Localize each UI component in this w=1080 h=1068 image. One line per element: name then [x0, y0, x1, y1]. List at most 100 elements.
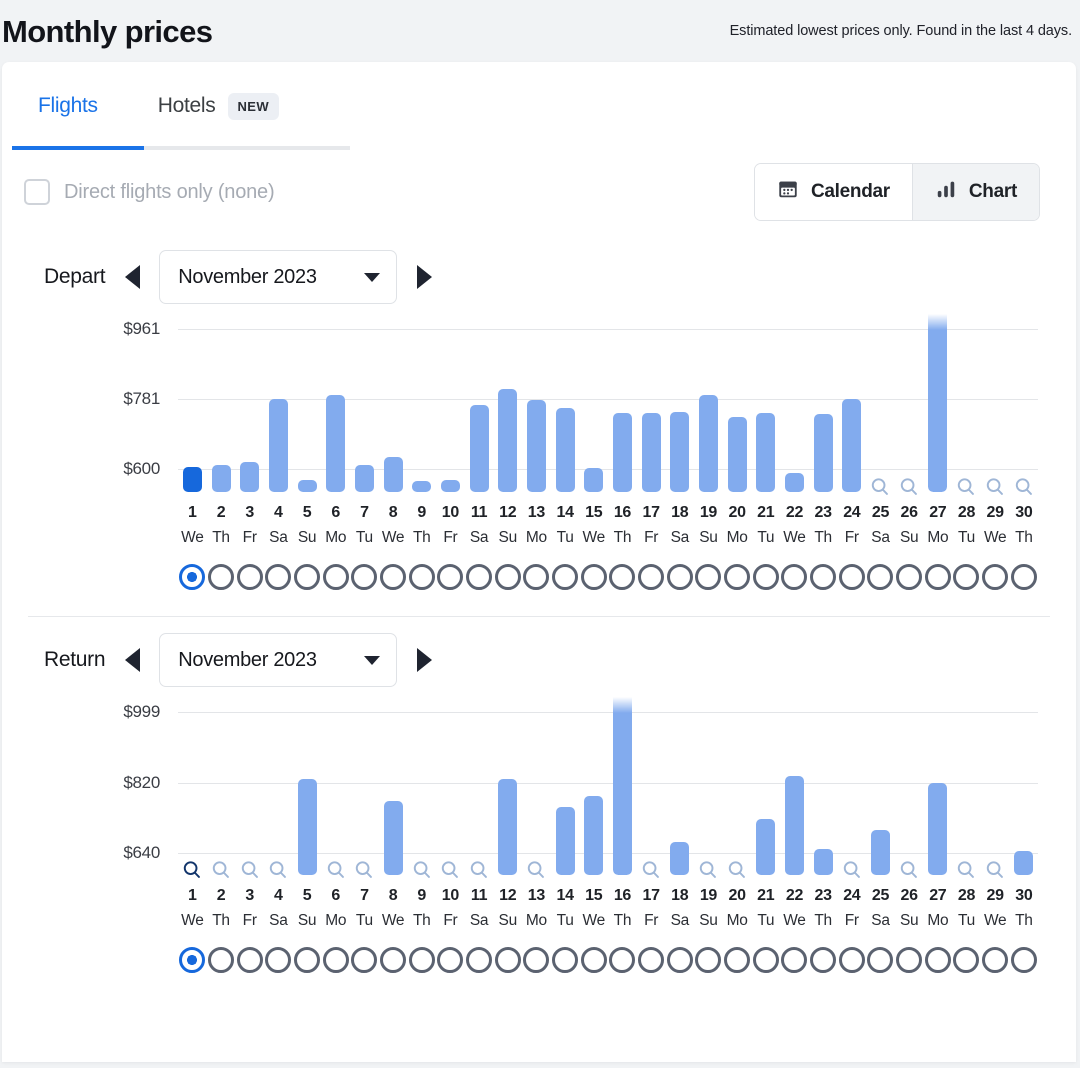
day-cell[interactable]: 26 Su [895, 883, 924, 933]
price-bar[interactable] [813, 413, 833, 492]
pagination-dot[interactable] [494, 564, 521, 590]
bar-slot[interactable] [493, 320, 522, 500]
search-icon[interactable] [239, 859, 261, 881]
day-cell[interactable]: 8 We [379, 883, 408, 933]
bar-slot[interactable] [235, 703, 264, 883]
search-icon[interactable] [181, 859, 203, 881]
bar-slot[interactable] [407, 320, 436, 500]
pagination-dot[interactable] [552, 564, 579, 590]
bar-slot[interactable] [723, 320, 752, 500]
day-cell[interactable]: 18 Sa [665, 883, 694, 933]
bar-slot[interactable] [895, 703, 924, 883]
bar-slot[interactable] [608, 697, 637, 883]
price-bar[interactable] [584, 468, 604, 492]
bar-slot[interactable] [379, 320, 408, 500]
pagination-dot[interactable] [408, 947, 435, 973]
bar-slot[interactable] [522, 703, 551, 883]
price-bar[interactable] [641, 413, 661, 492]
bar-slot[interactable] [379, 703, 408, 883]
day-cell[interactable]: 1 We [178, 883, 207, 933]
day-cell[interactable]: 19 Su [694, 500, 723, 550]
bar-slot[interactable] [579, 703, 608, 883]
bar-slot[interactable] [407, 703, 436, 883]
search-icon[interactable] [955, 476, 977, 498]
view-toggle-calendar[interactable]: Calendar [754, 164, 912, 220]
search-icon[interactable] [1013, 476, 1035, 498]
pagination-dot[interactable] [437, 947, 464, 973]
pagination-dot[interactable] [294, 564, 321, 590]
search-icon[interactable] [869, 476, 891, 498]
day-cell[interactable]: 3 Fr [235, 500, 264, 550]
bar-slot[interactable] [923, 703, 952, 883]
search-icon[interactable] [525, 859, 547, 881]
pagination-dot[interactable] [695, 564, 722, 590]
bar-slot[interactable] [178, 703, 207, 883]
bar-slot[interactable] [321, 320, 350, 500]
day-cell[interactable]: 10 Fr [436, 500, 465, 550]
price-bar[interactable] [670, 841, 690, 875]
bar-slot[interactable] [694, 703, 723, 883]
pagination-dot[interactable] [208, 564, 234, 590]
pagination-dot[interactable] [666, 947, 693, 973]
pagination-dot[interactable] [236, 564, 263, 590]
bar-slot[interactable] [723, 703, 752, 883]
bar-slot[interactable] [780, 703, 809, 883]
pagination-dot[interactable] [408, 564, 435, 590]
day-cell[interactable]: 10 Fr [436, 883, 465, 933]
depart-next-month-button[interactable] [411, 262, 437, 292]
day-cell[interactable]: 14 Tu [551, 883, 580, 933]
direct-flights-checkbox[interactable] [24, 179, 50, 205]
pagination-dot[interactable] [867, 947, 894, 973]
search-icon[interactable] [353, 859, 375, 881]
day-cell[interactable]: 16 Th [608, 500, 637, 550]
pagination-dot[interactable] [810, 947, 837, 973]
search-icon[interactable] [439, 859, 461, 881]
search-icon[interactable] [267, 859, 289, 881]
price-bar[interactable] [268, 398, 288, 492]
bar-slot[interactable] [350, 320, 379, 500]
pagination-dot[interactable] [609, 564, 636, 590]
bar-slot[interactable] [952, 703, 981, 883]
price-bar[interactable] [354, 464, 374, 492]
day-cell[interactable]: 12 Su [493, 883, 522, 933]
pagination-dot[interactable] [724, 947, 751, 973]
price-bar[interactable] [555, 807, 575, 875]
price-bar[interactable] [240, 462, 260, 492]
day-cell[interactable]: 11 Sa [465, 500, 494, 550]
price-bar[interactable] [928, 314, 948, 492]
day-cell[interactable]: 30 Th [1009, 883, 1038, 933]
price-bar[interactable] [1014, 851, 1034, 875]
price-bar[interactable] [584, 796, 604, 875]
bar-slot[interactable] [866, 320, 895, 500]
day-cell[interactable]: 7 Tu [350, 883, 379, 933]
search-icon[interactable] [468, 859, 490, 881]
pagination-dot[interactable] [695, 947, 722, 973]
day-cell[interactable]: 29 We [981, 500, 1010, 550]
bar-slot[interactable] [178, 320, 207, 500]
day-cell[interactable]: 22 We [780, 883, 809, 933]
pagination-dot[interactable] [781, 564, 808, 590]
pagination-dot[interactable] [752, 564, 779, 590]
bar-slot[interactable] [923, 314, 952, 500]
price-bar[interactable] [383, 801, 403, 875]
day-cell[interactable]: 18 Sa [665, 500, 694, 550]
pagination-dot[interactable] [838, 947, 865, 973]
day-cell[interactable]: 12 Su [493, 500, 522, 550]
day-cell[interactable]: 28 Tu [952, 500, 981, 550]
pagination-dot[interactable] [208, 947, 234, 973]
bar-slot[interactable] [465, 320, 494, 500]
day-cell[interactable]: 24 Fr [837, 500, 866, 550]
pagination-dot[interactable] [666, 564, 693, 590]
price-bar[interactable] [555, 407, 575, 492]
pagination-dot[interactable] [953, 564, 980, 590]
bar-slot[interactable] [579, 320, 608, 500]
day-cell[interactable]: 15 We [579, 883, 608, 933]
day-cell[interactable]: 25 Sa [866, 883, 895, 933]
pagination-dot[interactable] [896, 947, 923, 973]
day-cell[interactable]: 26 Su [895, 500, 924, 550]
day-cell[interactable]: 25 Sa [866, 500, 895, 550]
price-bar[interactable] [498, 779, 518, 875]
pagination-dot[interactable] [294, 947, 321, 973]
pagination-dot[interactable] [523, 947, 550, 973]
price-bar[interactable] [182, 467, 202, 492]
